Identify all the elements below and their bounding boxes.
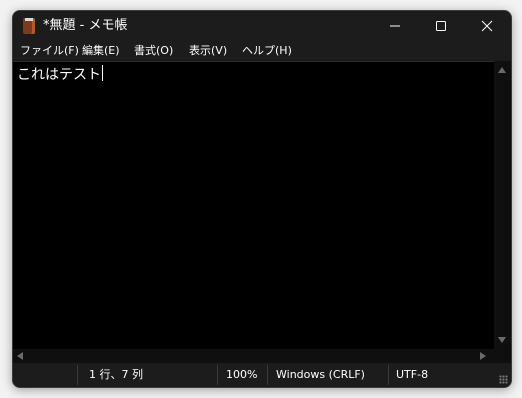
maximize-button[interactable] bbox=[418, 11, 464, 41]
status-zoom: 100% bbox=[226, 368, 258, 381]
text-caret bbox=[102, 65, 103, 81]
close-icon bbox=[481, 20, 493, 32]
status-divider bbox=[217, 365, 218, 385]
status-divider bbox=[77, 365, 78, 385]
menu-format[interactable]: 書式(O) bbox=[131, 43, 176, 59]
scroll-down-arrow-icon[interactable] bbox=[498, 337, 506, 343]
scroll-right-arrow-icon[interactable] bbox=[480, 352, 486, 360]
menu-help[interactable]: ヘルプ(H) bbox=[239, 43, 295, 59]
resize-grip-icon[interactable] bbox=[499, 375, 508, 384]
status-line-ending: Windows (CRLF) bbox=[276, 368, 365, 381]
status-divider bbox=[267, 365, 268, 385]
status-encoding: UTF-8 bbox=[396, 368, 429, 381]
window-title: *無題 - メモ帳 bbox=[43, 18, 128, 33]
menu-view[interactable]: 表示(V) bbox=[186, 43, 230, 59]
status-bar: 1 行、7 列 100% Windows (CRLF) UTF-8 bbox=[13, 363, 511, 387]
scrollbar-corner bbox=[494, 349, 511, 363]
scroll-left-arrow-icon[interactable] bbox=[17, 352, 23, 360]
status-cursor-position: 1 行、7 列 bbox=[89, 368, 143, 381]
menu-file[interactable]: ファイル(F) bbox=[17, 43, 82, 59]
status-divider bbox=[388, 365, 389, 385]
vertical-scrollbar[interactable] bbox=[494, 61, 511, 349]
notepad-window: *無題 - メモ帳 ファイル(F) 編集(E) 書式(O) 表示(V) ヘルプ(… bbox=[12, 10, 512, 388]
text-editor[interactable]: これはテスト bbox=[13, 61, 494, 350]
maximize-icon bbox=[436, 21, 446, 31]
menu-bar: ファイル(F) 編集(E) 書式(O) 表示(V) ヘルプ(H) bbox=[13, 41, 511, 61]
minimize-button[interactable] bbox=[372, 11, 418, 41]
menu-edit[interactable]: 編集(E) bbox=[79, 43, 123, 59]
scroll-up-arrow-icon[interactable] bbox=[498, 67, 506, 73]
minimize-icon bbox=[390, 25, 400, 27]
title-bar[interactable]: *無題 - メモ帳 bbox=[13, 11, 511, 41]
close-button[interactable] bbox=[464, 11, 510, 41]
editor-content: これはテスト bbox=[17, 67, 101, 83]
horizontal-scrollbar[interactable] bbox=[13, 349, 494, 363]
notepad-app-icon[interactable] bbox=[23, 18, 35, 34]
